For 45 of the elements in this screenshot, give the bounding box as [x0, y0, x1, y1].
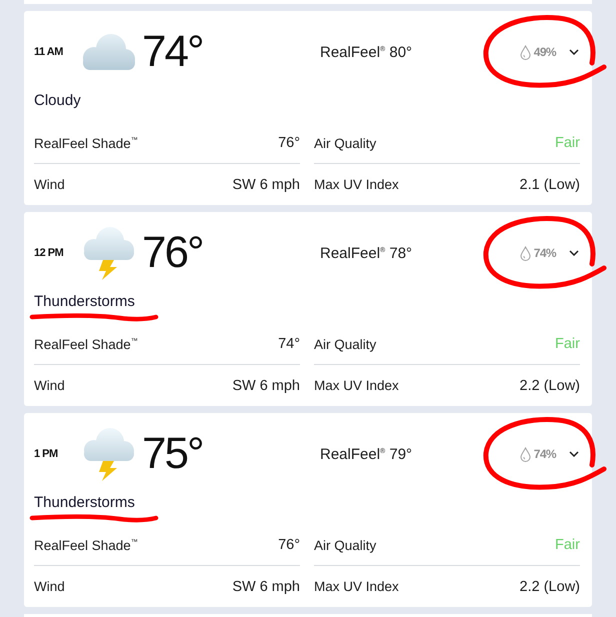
- detail-value: 76°: [278, 135, 300, 151]
- chevron-down-icon: [569, 250, 579, 256]
- condition-label: Cloudy: [34, 92, 81, 108]
- detail-value: 2.2 (Low): [520, 578, 580, 594]
- detail-label: Max UV Index: [314, 378, 399, 393]
- chevron-down-icon: [569, 49, 579, 55]
- raindrop-icon: [520, 246, 531, 260]
- temperature: 74°: [142, 30, 203, 74]
- detail-label: Wind: [34, 579, 65, 594]
- hour-label: 1 PM: [34, 448, 59, 460]
- precipitation-chance: 74%: [534, 447, 556, 461]
- detail-label: RealFeel Shade$^{™}$: [34, 136, 138, 150]
- hour-label: 11 AM: [34, 46, 64, 58]
- chevron-down-icon: [569, 451, 579, 457]
- temperature: 76°: [142, 231, 203, 275]
- realfeel-reading: RealFeel$^{®}$ 78°: [319, 244, 412, 262]
- detail-label: Air Quality: [314, 538, 376, 552]
- condition-label: Thunderstorms: [34, 494, 135, 510]
- hour-label: 12 PM: [34, 247, 64, 259]
- detail-value: Fair: [555, 336, 580, 352]
- detail-label: Wind: [34, 177, 65, 192]
- realfeel-reading: RealFeel$^{®}$ 79°: [319, 446, 412, 462]
- detail-value: SW 6 mph: [232, 176, 300, 192]
- detail-label: Max UV Index: [314, 579, 399, 594]
- detail-value: 2.2 (Low): [520, 378, 580, 394]
- detail-label: Air Quality: [314, 136, 376, 150]
- raindrop-icon: [520, 44, 531, 60]
- condition-label: Thunderstorms: [34, 292, 135, 310]
- detail-label: Max UV Index: [314, 177, 399, 192]
- detail-value: Fair: [555, 537, 580, 553]
- precipitation-chance: 74%: [534, 246, 556, 260]
- detail-value: 74°: [278, 336, 300, 352]
- detail-label: RealFeel Shade$^{™}$: [34, 336, 138, 352]
- temperature: 75°: [142, 432, 203, 476]
- detail-value: SW 6 mph: [232, 578, 300, 594]
- raindrop-icon: [520, 446, 531, 462]
- detail-label: RealFeel Shade$^{™}$: [34, 538, 138, 552]
- detail-value: 2.1 (Low): [520, 176, 580, 192]
- realfeel-reading: RealFeel$^{®}$ 80°: [319, 44, 412, 60]
- detail-value: 76°: [278, 537, 300, 553]
- detail-label: Air Quality: [314, 336, 376, 352]
- detail-value: Fair: [555, 135, 580, 151]
- precipitation-chance: 49%: [534, 45, 556, 59]
- detail-label: Wind: [34, 378, 65, 393]
- detail-value: SW 6 mph: [232, 378, 300, 394]
